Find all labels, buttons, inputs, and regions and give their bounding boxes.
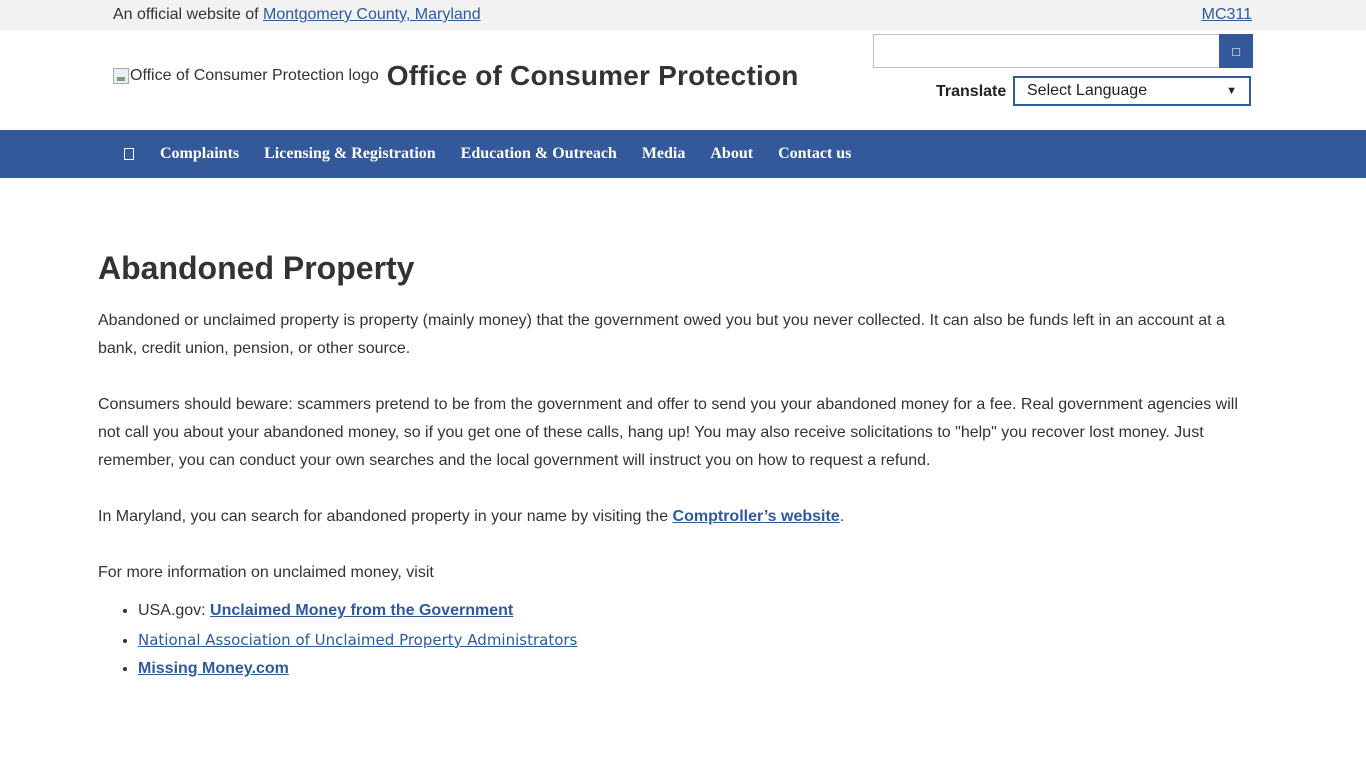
intro-paragraph: Abandoned or unclaimed property is prope… <box>98 312 1225 357</box>
logo-alt-text: Office of Consumer Protection logo <box>130 67 379 84</box>
search-input[interactable] <box>873 34 1220 68</box>
more-info-paragraph: For more information on unclaimed money,… <box>98 564 434 581</box>
main-navigation: Complaints Licensing & Registration Educ… <box>0 130 1366 178</box>
scam-warning-paragraph: Consumers should beware: scammers preten… <box>98 396 1238 469</box>
list-item: USA.gov: Unclaimed Money from the Govern… <box>138 597 1258 626</box>
comptroller-website-link[interactable]: Comptroller’s website <box>673 508 840 525</box>
site-title[interactable]: Office of Consumer Protection <box>387 60 799 92</box>
language-select-value: Select Language <box>1027 82 1148 99</box>
nav-item-about[interactable]: About <box>710 145 753 163</box>
search-icon: □ <box>1232 43 1240 59</box>
site-header: Office of Consumer Protection logo Offic… <box>0 30 1366 130</box>
translate-label: Translate <box>936 83 1007 100</box>
official-website-text: An official website of Montgomery County… <box>113 6 481 23</box>
site-logo-area[interactable]: Office of Consumer Protection logo Offic… <box>113 60 799 92</box>
search-button[interactable]: □ <box>1219 34 1253 68</box>
page-title: Abandoned Property <box>98 250 415 286</box>
montgomery-county-link[interactable]: Montgomery County, Maryland <box>263 6 481 23</box>
chevron-down-icon: ▼ <box>1226 85 1237 97</box>
maryland-search-paragraph: In Maryland, you can search for abandone… <box>98 508 845 525</box>
usagov-unclaimed-money-link[interactable]: Unclaimed Money from the Government <box>210 602 513 619</box>
nav-item-licensing-registration[interactable]: Licensing & Registration <box>264 145 436 163</box>
nav-item-complaints[interactable]: Complaints <box>160 145 239 163</box>
nav-item-contact-us[interactable]: Contact us <box>778 145 851 163</box>
site-logo[interactable]: Office of Consumer Protection logo <box>113 67 379 85</box>
resource-links-list: USA.gov: Unclaimed Money from the Govern… <box>98 597 1258 684</box>
nav-home-icon[interactable] <box>124 148 134 160</box>
main-content: Abandoned Property Abandoned or unclaime… <box>98 240 1258 684</box>
list-item: Missing Money.com <box>138 655 1258 684</box>
nav-item-media[interactable]: Media <box>642 145 686 163</box>
list-item: National Association of Unclaimed Proper… <box>138 626 1258 656</box>
nav-item-education-outreach[interactable]: Education & Outreach <box>461 145 617 163</box>
naupa-link[interactable]: National Association of Unclaimed Proper… <box>138 631 577 649</box>
broken-image-icon <box>113 68 129 84</box>
language-select[interactable]: Select Language ▼ <box>1013 76 1251 106</box>
missing-money-link[interactable]: Missing Money.com <box>138 660 289 677</box>
mc311-link[interactable]: MC311 <box>1202 6 1252 23</box>
official-website-bar: An official website of Montgomery County… <box>0 0 1366 30</box>
